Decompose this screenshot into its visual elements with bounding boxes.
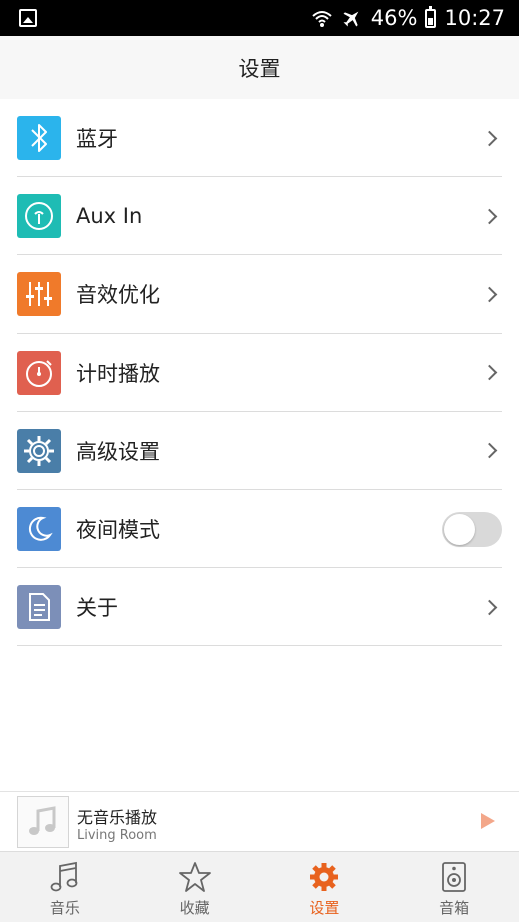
settings-item-about[interactable]: 关于: [0, 568, 519, 647]
room-name: Living Room: [77, 828, 157, 843]
clock: 10:27: [444, 6, 505, 30]
night-mode-toggle[interactable]: [442, 511, 502, 547]
settings-item-aux-in[interactable]: Aux In: [0, 177, 519, 256]
tab-music[interactable]: 音乐: [0, 852, 130, 922]
status-indicators: 46% 10:27: [311, 0, 505, 36]
tab-speakers[interactable]: 音箱: [389, 852, 519, 922]
moon-icon: [17, 507, 61, 552]
chevron-right-icon: [481, 443, 498, 459]
page-title: 设置: [238, 56, 281, 81]
music-note-icon: [50, 861, 78, 892]
document-icon: [17, 585, 61, 630]
chevron-right-icon: [481, 599, 498, 615]
settings-item-advanced[interactable]: 高级设置: [0, 412, 519, 491]
settings-item-label: 关于: [76, 596, 118, 621]
chevron-right-icon: [481, 286, 498, 303]
tab-label: 设置: [309, 899, 340, 917]
chevron-right-icon: [481, 208, 498, 225]
settings-item-label: 计时播放: [76, 361, 160, 386]
gear-icon: [17, 428, 61, 473]
timer-icon: [17, 350, 61, 395]
settings-item-label: 音效优化: [76, 283, 160, 308]
battery-percent: 46%: [370, 6, 418, 30]
tab-label: 收藏: [179, 899, 210, 917]
tab-label: 音乐: [49, 899, 80, 917]
battery-icon: [425, 5, 437, 28]
track-title: 无音乐播放: [77, 808, 158, 827]
settings-item-label: 高级设置: [76, 439, 160, 464]
settings-item-night-mode: 夜间模式: [0, 490, 519, 569]
settings-item-sound-optimization[interactable]: 音效优化: [0, 255, 519, 334]
gallery-icon: [19, 9, 37, 27]
airplane-icon: [341, 7, 363, 29]
now-playing-bar[interactable]: 无音乐播放 Living Room: [0, 791, 519, 851]
equalizer-icon: [17, 272, 61, 317]
toggle-knob: [444, 513, 475, 545]
status-bar: 46% 10:27: [0, 0, 519, 36]
album-art-placeholder: [17, 796, 69, 848]
settings-item-label: 蓝牙: [76, 127, 118, 152]
speaker-icon: [442, 862, 467, 892]
settings-gear-icon: [310, 863, 339, 891]
bluetooth-icon: [17, 116, 61, 161]
header: 设置: [0, 36, 519, 99]
music-note-icon: [29, 806, 56, 835]
chevron-right-icon: [481, 364, 498, 381]
tab-favorites[interactable]: 收藏: [130, 852, 260, 922]
bottom-tab-bar: 音乐 收藏 设置 音箱: [0, 851, 519, 922]
play-icon[interactable]: [481, 813, 495, 829]
settings-item-label: Aux In: [76, 204, 143, 229]
tab-label: 音箱: [439, 899, 470, 917]
settings-item-label: 夜间模式: [76, 518, 160, 543]
tab-settings[interactable]: 设置: [260, 852, 390, 922]
settings-item-timer[interactable]: 计时播放: [0, 334, 519, 412]
settings-item-bluetooth[interactable]: 蓝牙: [0, 99, 519, 178]
chevron-right-icon: [481, 130, 498, 146]
settings-list: 蓝牙 Aux In 音效优化 计时播放 高级设置 夜间模式 关于: [0, 99, 519, 647]
headphone-jack-icon: [17, 194, 61, 239]
wifi-icon: [311, 8, 333, 28]
star-icon: [178, 862, 211, 892]
